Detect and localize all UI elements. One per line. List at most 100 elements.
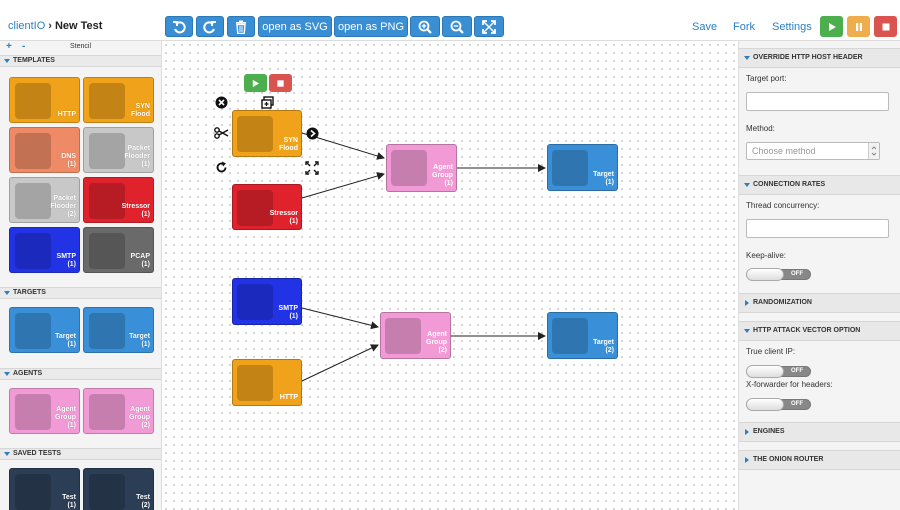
- fork-link[interactable]: Fork: [733, 21, 755, 33]
- node-target-2[interactable]: Target (2): [547, 312, 618, 359]
- stencil-tile[interactable]: Target (1): [9, 307, 80, 353]
- x-forwarder-toggle[interactable]: OFF: [746, 398, 811, 411]
- pause-button[interactable]: [847, 16, 870, 37]
- save-link[interactable]: Save: [692, 21, 717, 33]
- stencil-panel: + - Stencil TEMPLATES HTTP SYN Flood DNS (1…: [0, 41, 162, 510]
- stencil-tile[interactable]: PCAP (1): [83, 227, 154, 273]
- resize-icon[interactable]: [305, 161, 319, 175]
- link-stressor-to-agent1[interactable]: [301, 172, 385, 199]
- trash-icon: [236, 20, 246, 34]
- node-smtp[interactable]: SMTP (1): [232, 278, 302, 325]
- node-agent-group-1[interactable]: Agent Group (1): [386, 144, 457, 192]
- node-http[interactable]: HTTP: [232, 359, 302, 406]
- toggle-state: OFF: [791, 401, 803, 407]
- section-engines[interactable]: ENGINES: [739, 422, 900, 442]
- expand-all-button[interactable]: +: [6, 41, 12, 52]
- stop-icon: [882, 23, 889, 30]
- method-select-value: Choose method: [752, 146, 816, 156]
- scissors-icon[interactable]: [214, 127, 229, 139]
- target-port-label: Target port:: [746, 74, 787, 83]
- template-icon: [89, 233, 125, 269]
- stencil-tile[interactable]: Packet Flooder (1): [83, 127, 154, 173]
- stencil-tile[interactable]: SYN Flood: [83, 77, 154, 123]
- thread-concurrency-input[interactable]: [746, 219, 889, 238]
- node-agent-group-2[interactable]: Agent Group (2): [380, 312, 451, 359]
- zoom-in-button[interactable]: [410, 16, 440, 37]
- node-label: Target (2): [593, 339, 614, 354]
- template-icon: [15, 133, 51, 169]
- section-randomization[interactable]: RANDOMIZATION: [739, 293, 900, 313]
- keep-alive-toggle[interactable]: OFF: [746, 268, 811, 281]
- tile-label: Agent Group (2): [129, 406, 150, 429]
- top-toolbar: clientIO › New Test open as SVG open as PN…: [0, 12, 900, 41]
- stencil-tile[interactable]: HTTP: [9, 77, 80, 123]
- target-port-input[interactable]: [746, 92, 889, 111]
- method-label: Method:: [746, 124, 775, 133]
- stencil-tile[interactable]: Test (1): [9, 468, 80, 510]
- undo-button[interactable]: [165, 16, 193, 37]
- rotate-icon[interactable]: [215, 161, 228, 174]
- stencil-tile[interactable]: Test (2): [83, 468, 154, 510]
- node-target-1[interactable]: Target (1): [547, 144, 618, 191]
- inspector-panel: OVERRIDE HTTP HOST HEADER Target port: M…: [738, 41, 900, 510]
- zoom-in-icon: [418, 20, 432, 34]
- node-syn-flood[interactable]: SYN Flood: [232, 110, 302, 157]
- redo-icon: [203, 20, 216, 33]
- zoom-out-icon: [450, 20, 464, 34]
- template-icon: [89, 394, 125, 430]
- remove-node-icon[interactable]: [215, 96, 228, 109]
- template-icon: [15, 394, 51, 430]
- stencil-tile[interactable]: Agent Group (1): [9, 388, 80, 434]
- link-http-to-agent2[interactable]: [301, 344, 379, 382]
- breadcrumb: clientIO › New Test: [8, 20, 102, 32]
- section-agents[interactable]: AGENTS: [0, 368, 161, 380]
- tile-label: Test (2): [136, 494, 150, 509]
- section-templates[interactable]: TEMPLATES: [0, 55, 161, 67]
- run-button[interactable]: [820, 16, 843, 37]
- link-node-icon[interactable]: [306, 127, 319, 140]
- open-png-button[interactable]: open as PNG: [334, 16, 408, 37]
- fit-to-screen-button[interactable]: [474, 16, 504, 37]
- settings-link[interactable]: Settings: [772, 21, 812, 33]
- section-override-http-host-header[interactable]: OVERRIDE HTTP HOST HEADER: [739, 48, 900, 68]
- section-targets[interactable]: TARGETS: [0, 287, 161, 299]
- template-icon: [15, 183, 51, 219]
- section-http-attack-vector-option[interactable]: HTTP ATTACK VECTOR OPTION: [739, 321, 900, 341]
- section-connection-rates[interactable]: CONNECTION RATES: [739, 175, 900, 195]
- app-root: clientIO › New Test open as SVG open as PN…: [0, 0, 900, 510]
- template-icon: [391, 150, 427, 186]
- stencil-tile[interactable]: DNS (1): [9, 127, 80, 173]
- node-label: HTTP: [279, 394, 298, 401]
- node-label: Target (1): [593, 171, 614, 186]
- play-icon: [828, 22, 836, 31]
- link-smtp-to-agent2[interactable]: [301, 307, 379, 330]
- collapse-all-button[interactable]: -: [22, 41, 25, 52]
- diagram-canvas[interactable]: SYN Flood Stressor (1) Agent Group (1) Tar…: [162, 41, 738, 510]
- template-icon: [89, 133, 125, 169]
- section-the-onion-router[interactable]: THE ONION ROUTER: [739, 450, 900, 470]
- delete-button[interactable]: [227, 16, 255, 37]
- node-stop-button[interactable]: [269, 74, 292, 92]
- clone-node-icon[interactable]: [261, 96, 274, 109]
- stencil-label: Stencil: [70, 43, 92, 50]
- stencil-tile[interactable]: Target (1): [83, 307, 154, 353]
- stencil-tile[interactable]: Stressor (1): [83, 177, 154, 223]
- node-label: SYN Flood: [278, 137, 298, 152]
- tile-label: Packet Flooder (1): [124, 145, 150, 168]
- open-svg-button[interactable]: open as SVG: [258, 16, 332, 37]
- tile-label: DNS (1): [61, 153, 76, 168]
- stop-button[interactable]: [874, 16, 897, 37]
- breadcrumb-app-link[interactable]: clientIO: [8, 20, 45, 32]
- stencil-tile[interactable]: SMTP (1): [9, 227, 80, 273]
- stencil-tile[interactable]: Packet Flooder (2): [9, 177, 80, 223]
- stencil-tile[interactable]: Agent Group (2): [83, 388, 154, 434]
- tile-label: Target (1): [129, 333, 150, 348]
- method-select[interactable]: Choose method: [746, 142, 880, 160]
- zoom-out-button[interactable]: [442, 16, 472, 37]
- redo-button[interactable]: [196, 16, 224, 37]
- x-forwarder-label: X-forwarder for headers:: [746, 380, 833, 389]
- node-run-button[interactable]: [244, 74, 267, 92]
- true-client-ip-toggle[interactable]: OFF: [746, 365, 811, 378]
- node-stressor[interactable]: Stressor (1): [232, 184, 302, 230]
- section-saved-tests[interactable]: SAVED TESTS: [0, 448, 161, 460]
